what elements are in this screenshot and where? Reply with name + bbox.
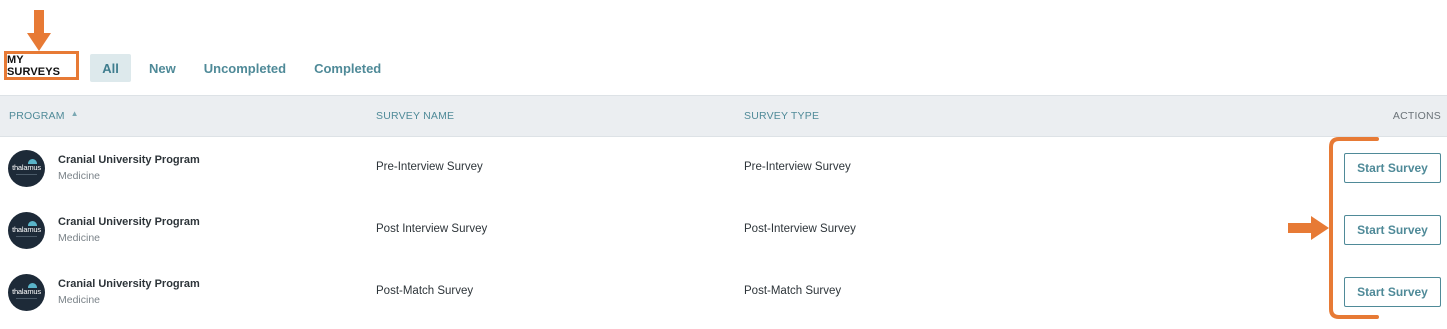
program-specialty: Medicine [58,170,101,182]
column-header-survey-type: SURVEY TYPE [744,110,820,122]
program-specialty: Medicine [58,232,101,244]
program-logo: thalamus [8,150,45,187]
program-name: Cranial University Program [58,216,200,228]
column-header-actions: ACTIONS [1392,110,1441,122]
survey-type: Post-Interview Survey [744,223,856,235]
sort-ascending-icon[interactable]: ▲ [71,109,79,118]
program-logo: thalamus [8,274,45,311]
program-specialty: Medicine [58,294,101,306]
tab-new[interactable]: New [135,54,190,82]
annotation-arrow-down-icon [27,10,51,51]
logo-wordmark: thalamus [12,287,41,296]
my-surveys-highlight: MY SURVEYS [4,51,79,80]
survey-name: Pre-Interview Survey [376,161,483,173]
survey-name: Post Interview Survey [376,223,488,235]
program-logo: thalamus [8,212,45,249]
logo-underline [16,298,37,299]
annotation-arrow-right-icon [1288,216,1329,240]
logo-underline [16,174,37,175]
surveys-table: PROGRAM ▲ SURVEY NAME SURVEY TYPE ACTION… [0,95,1447,323]
survey-type: Pre-Interview Survey [744,161,851,173]
annotation-bracket [1329,137,1379,319]
column-header-program-label: PROGRAM [9,110,65,122]
tab-all[interactable]: All [90,54,131,82]
program-name: Cranial University Program [58,154,200,166]
column-header-program[interactable]: PROGRAM ▲ [9,96,79,136]
table-row: thalamus Cranial University Program Medi… [0,137,1447,199]
logo-wordmark: thalamus [12,225,41,234]
table-row: thalamus Cranial University Program Medi… [0,199,1447,261]
table-row: thalamus Cranial University Program Medi… [0,261,1447,323]
table-header: PROGRAM ▲ SURVEY NAME SURVEY TYPE ACTION… [0,95,1447,137]
tab-completed[interactable]: Completed [300,54,395,82]
tab-uncompleted[interactable]: Uncompleted [190,54,300,82]
column-header-survey-name: SURVEY NAME [376,110,455,122]
logo-underline [16,236,37,237]
my-surveys-title: MY SURVEYS [7,53,61,78]
survey-name: Post-Match Survey [376,285,474,297]
survey-type: Post-Match Survey [744,285,842,297]
logo-wordmark: thalamus [12,163,41,172]
program-name: Cranial University Program [58,278,200,290]
survey-filter-tabs: All New Uncompleted Completed [90,54,395,82]
